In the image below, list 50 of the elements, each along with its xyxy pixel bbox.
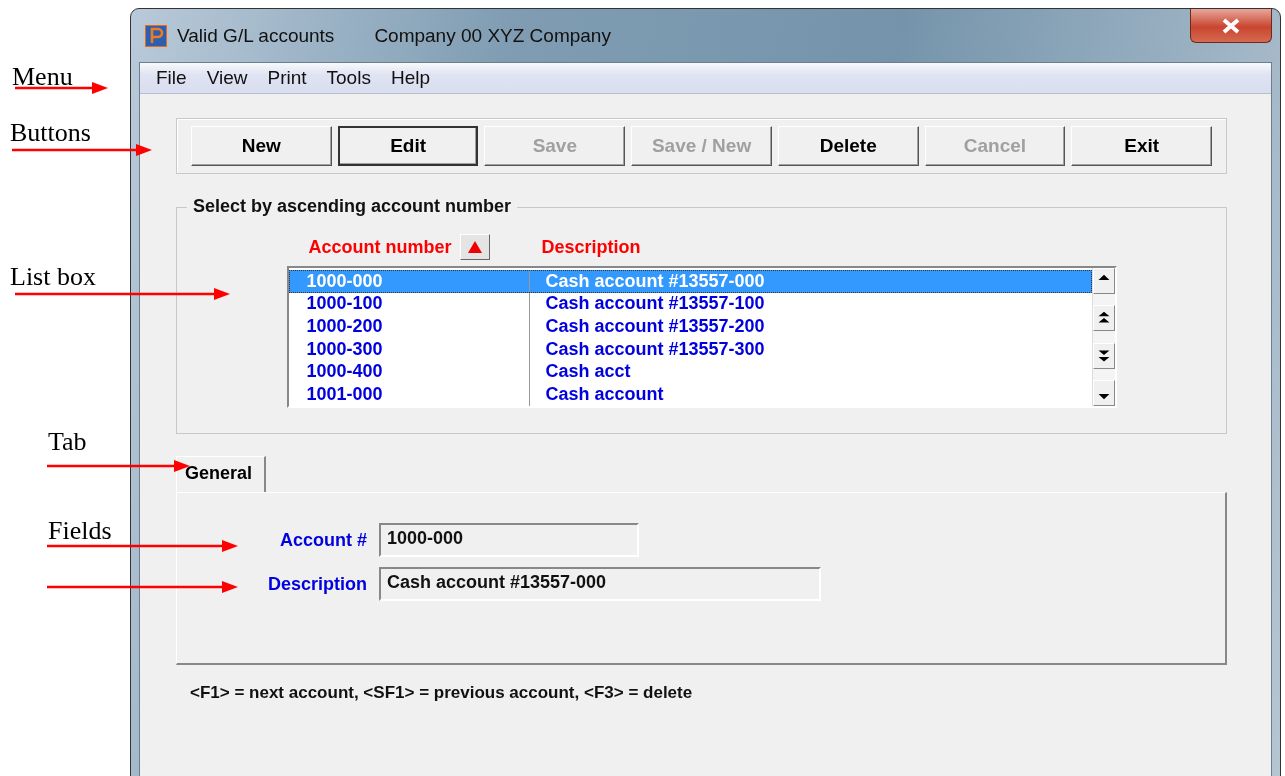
column-header[interactable]: Description — [541, 236, 641, 257]
tab[interactable]: General — [176, 456, 267, 492]
field-label: Description — [266, 573, 367, 595]
account-number: 1000-000 — [305, 270, 384, 292]
annotation-label: Tab — [48, 427, 87, 457]
toolbar-button[interactable]: New — [191, 126, 332, 166]
annotation-label: Menu — [12, 62, 73, 92]
list-row[interactable]: 1000-300 Cash account #13557-300 — [288, 337, 1092, 361]
window-title: Valid G/L accounts — [177, 24, 335, 47]
field-label: Account # — [279, 529, 367, 551]
page-down-icon[interactable] — [1092, 342, 1115, 369]
close-button[interactable] — [1190, 9, 1272, 43]
account-number: 1000-200 — [305, 316, 384, 337]
account-number: 1000-300 — [305, 338, 384, 360]
scroll-down-icon[interactable] — [1092, 380, 1115, 406]
list-row[interactable]: 1000-400 Cash acct — [288, 360, 1092, 383]
annotation-label: Buttons — [10, 118, 91, 148]
app-logo-icon — [145, 24, 167, 47]
menu-item[interactable]: Help — [382, 67, 438, 89]
menu-item[interactable]: View — [198, 67, 256, 89]
company-name: Company 00 XYZ Company — [374, 24, 611, 47]
list-row[interactable]: 1000-200 Cash account #13557-200 — [288, 315, 1092, 338]
sort-ascending-icon[interactable] — [459, 234, 490, 260]
annotation-label: List box — [10, 262, 96, 292]
toolbar-button[interactable]: Edit — [337, 126, 479, 166]
account-description: Cash account #13557-100 — [528, 292, 765, 316]
column-header[interactable]: Account number — [308, 236, 452, 258]
input-field[interactable]: 1000-000 — [379, 523, 639, 557]
account-number: 1000-100 — [305, 293, 384, 315]
menu-item[interactable]: Print — [259, 67, 315, 89]
account-description: Cash acct — [528, 360, 631, 383]
toolbar-button[interactable]: Exit — [1071, 126, 1213, 166]
account-number: 1001-000 — [305, 383, 384, 405]
account-description: Cash account #13557-000 — [528, 270, 765, 293]
account-description: Cash account — [528, 382, 664, 406]
toolbar-button[interactable]: Delete — [777, 126, 919, 166]
list-row[interactable]: 1000-100 Cash account #13557-100 — [288, 292, 1092, 316]
account-description: Cash account #13557-200 — [528, 315, 765, 338]
page-up-icon[interactable] — [1092, 305, 1115, 332]
close-icon — [1220, 17, 1242, 34]
scroll-up-icon[interactable] — [1092, 268, 1115, 294]
account-number: 1000-400 — [305, 361, 384, 383]
annotation-label: Fields — [48, 516, 112, 546]
list-row[interactable]: 1001-000 Cash account — [288, 382, 1092, 406]
menu-item[interactable]: Tools — [318, 67, 379, 89]
input-field[interactable]: Cash account #13557-000 — [379, 567, 821, 601]
hint-text: <F1> = next account, <SF1> = previous account, <F3> = delete — [190, 683, 694, 703]
account-description: Cash account #13557-300 — [528, 337, 765, 361]
group-title: Select by ascending account number — [187, 196, 518, 217]
menu-item[interactable]: File — [148, 67, 195, 89]
